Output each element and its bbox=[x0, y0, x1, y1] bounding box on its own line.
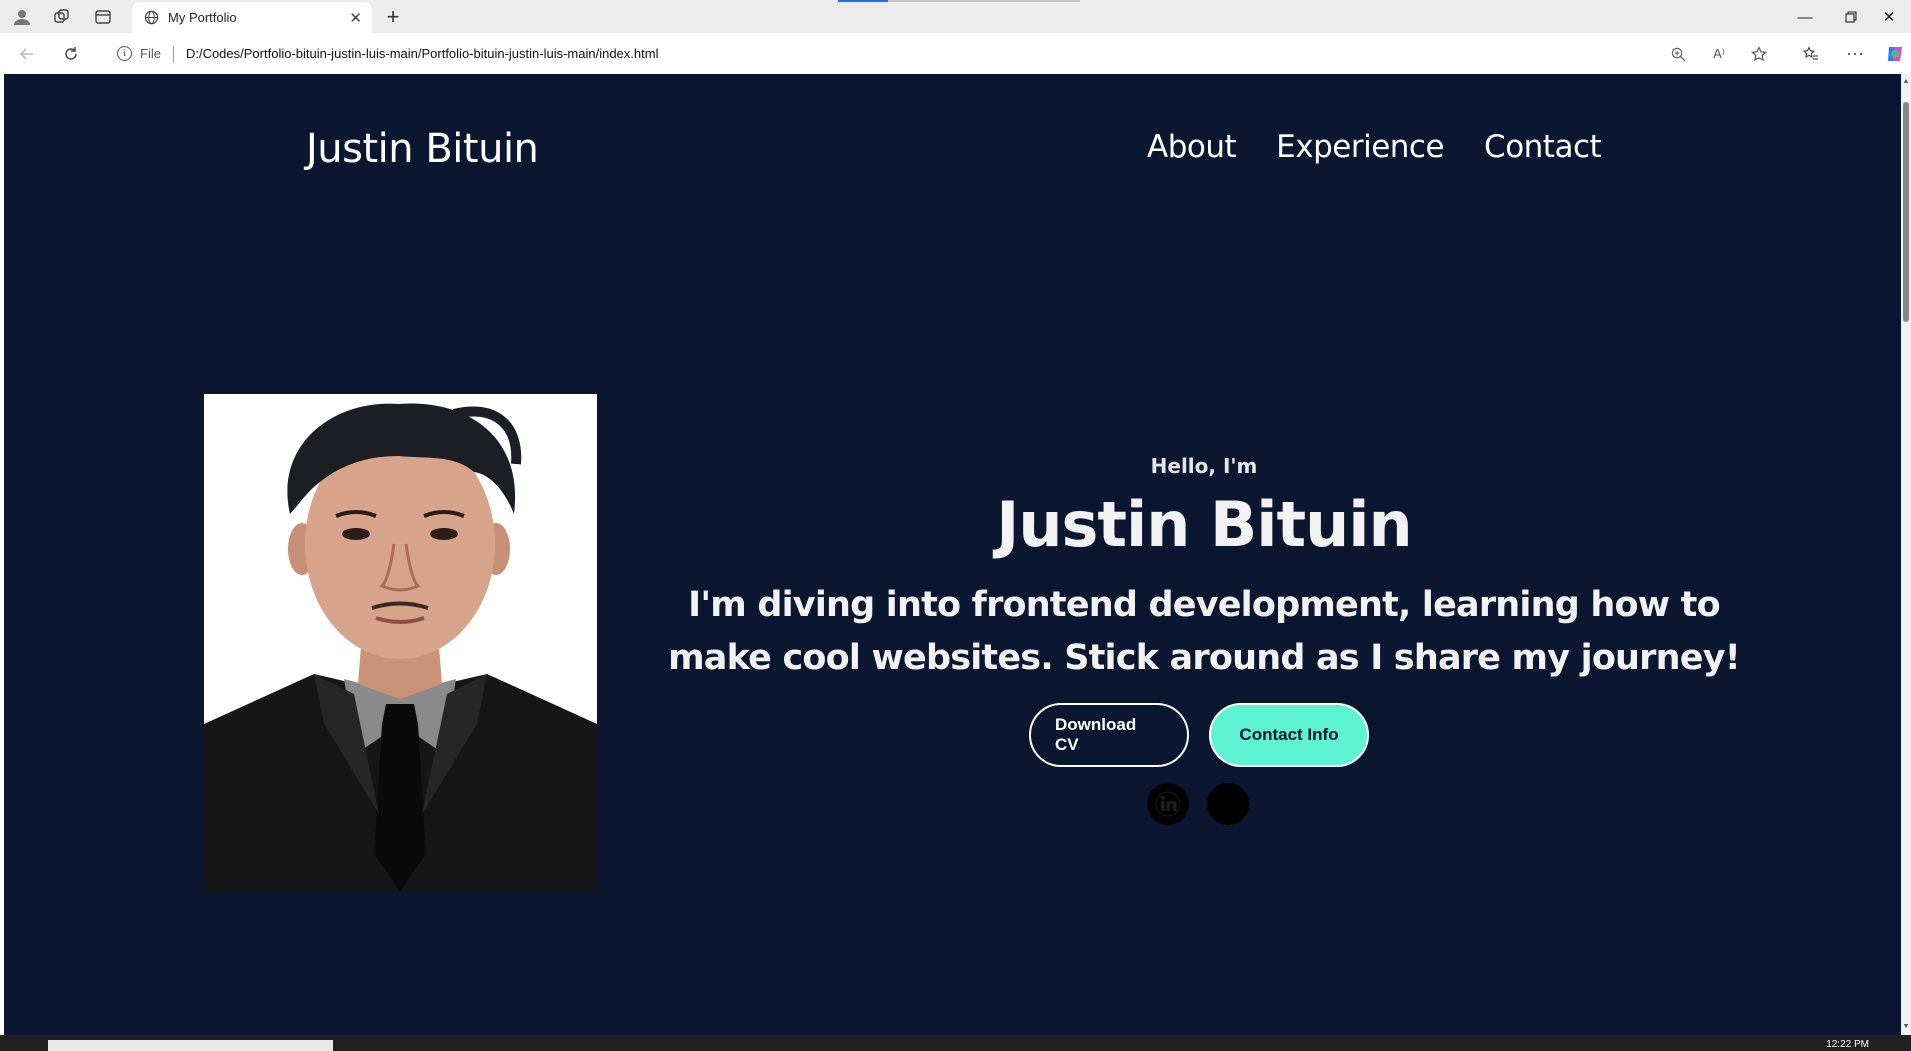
scroll-up-icon[interactable]: ▲ bbox=[1902, 78, 1910, 86]
site-logo[interactable]: Justin Bituin bbox=[306, 126, 539, 172]
minimize-button[interactable]: — bbox=[1783, 4, 1827, 30]
nav-experience-link[interactable]: Experience bbox=[1276, 129, 1444, 165]
nav-about-link[interactable]: About bbox=[1147, 129, 1237, 165]
tab-strip-indicator bbox=[838, 0, 888, 2]
profile-photo bbox=[204, 394, 597, 891]
tab-my-portfolio[interactable]: My Portfolio ✕ bbox=[132, 2, 372, 33]
tab-title: My Portfolio bbox=[168, 10, 237, 25]
site-nav: About Experience Contact bbox=[1147, 129, 1602, 165]
social-links bbox=[1147, 783, 1249, 825]
workspaces-icon[interactable] bbox=[48, 5, 76, 29]
globe-icon bbox=[142, 9, 160, 27]
read-aloud-icon[interactable]: A⁾ bbox=[1705, 40, 1733, 68]
close-window-button[interactable]: ✕ bbox=[1867, 4, 1911, 30]
vertical-tabs-icon[interactable] bbox=[89, 5, 117, 29]
nav-contact-link[interactable]: Contact bbox=[1484, 129, 1602, 165]
address-scheme-label: File bbox=[140, 46, 161, 61]
zoom-icon[interactable] bbox=[1664, 40, 1692, 68]
hero-section: Hello, I'm Justin Bituin I'm diving into… bbox=[644, 454, 1764, 685]
hero-buttons: Download CV Contact Info bbox=[1029, 703, 1369, 767]
close-tab-icon[interactable]: ✕ bbox=[349, 9, 362, 27]
taskbar-clock: 12:22 PM bbox=[1826, 1039, 1869, 1050]
page-viewport: Justin Bituin About Experience Contact H… bbox=[4, 74, 1901, 1035]
hero-name: Justin Bituin bbox=[996, 488, 1412, 561]
browser-toolbar: i File D:/Codes/Portfolio-bituin-justin-… bbox=[0, 33, 1911, 74]
address-url[interactable]: D:/Codes/Portfolio-bituin-justin-luis-ma… bbox=[186, 46, 659, 61]
favorites-icon[interactable] bbox=[1797, 40, 1825, 68]
profile-icon[interactable] bbox=[8, 5, 36, 29]
copilot-icon[interactable] bbox=[1881, 40, 1909, 68]
download-cv-button[interactable]: Download CV bbox=[1029, 703, 1189, 767]
hero-greeting: Hello, I'm bbox=[1150, 454, 1258, 478]
back-button[interactable] bbox=[12, 40, 42, 68]
page-scrollbar[interactable]: ▲ ▼ bbox=[1901, 74, 1911, 1035]
favorite-star-icon[interactable] bbox=[1745, 40, 1773, 68]
address-bar[interactable]: i File D:/Codes/Portfolio-bituin-justin-… bbox=[101, 37, 1783, 70]
browser-tab-bar: My Portfolio ✕ + — ✕ bbox=[0, 0, 1911, 33]
linkedin-icon[interactable] bbox=[1147, 783, 1189, 825]
contact-info-button[interactable]: Contact Info bbox=[1209, 703, 1369, 767]
info-icon[interactable]: i bbox=[117, 46, 132, 61]
more-options-icon[interactable]: ⋯ bbox=[1841, 40, 1869, 68]
taskbar-search-area[interactable] bbox=[48, 1040, 333, 1051]
address-separator bbox=[172, 45, 174, 62]
new-tab-button[interactable]: + bbox=[380, 4, 406, 30]
tab-strip-indicator-secondary bbox=[888, 0, 1080, 2]
scrollbar-thumb[interactable] bbox=[1903, 102, 1909, 322]
scroll-down-icon[interactable]: ▼ bbox=[1902, 1023, 1910, 1031]
github-icon[interactable] bbox=[1207, 783, 1249, 825]
hero-tagline: I'm diving into frontend development, le… bbox=[668, 585, 1741, 678]
reload-button[interactable] bbox=[56, 40, 86, 68]
